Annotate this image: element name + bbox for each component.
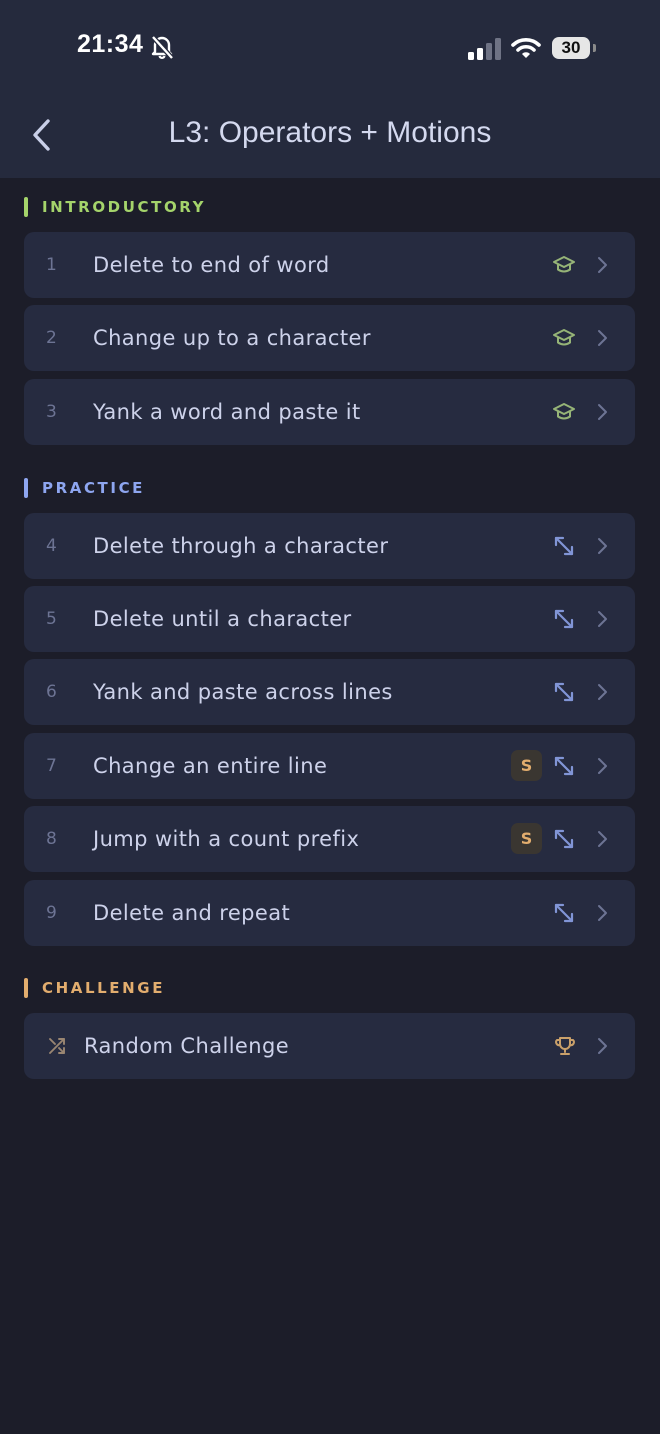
chevron-right-icon [596, 1037, 608, 1059]
status-time: 21:34 [77, 30, 144, 58]
lesson-label: Delete until a character [93, 607, 352, 631]
section-header-introductory: INTRODUCTORY [24, 197, 206, 217]
lesson-number: 2 [46, 328, 57, 348]
page-title: L3: Operators + Motions [168, 116, 492, 149]
arrows-diagonal-icon [553, 828, 575, 854]
lesson-label: Change up to a character [93, 326, 371, 350]
arrows-diagonal-icon [553, 608, 575, 634]
wifi-icon [511, 36, 541, 64]
chevron-right-icon [596, 403, 608, 425]
graduation-cap-icon [552, 254, 576, 280]
lesson-row-7[interactable]: 7 Change an entire line S [24, 733, 635, 799]
chevron-right-icon [596, 610, 608, 632]
lesson-row-8[interactable]: 8 Jump with a count prefix S [24, 806, 635, 872]
chevron-right-icon [596, 757, 608, 779]
lesson-label: Jump with a count prefix [93, 827, 360, 851]
shuffle-icon [47, 1036, 67, 1060]
lesson-label: Yank a word and paste it [93, 400, 361, 424]
lesson-label: Yank and paste across lines [93, 680, 393, 704]
lesson-number: 1 [46, 255, 57, 275]
lesson-row-5[interactable]: 5 Delete until a character [24, 586, 635, 652]
chevron-right-icon [596, 256, 608, 278]
arrows-diagonal-icon [553, 681, 575, 707]
lesson-number: 4 [46, 536, 57, 556]
lesson-label: Change an entire line [93, 754, 328, 778]
chevron-right-icon [596, 830, 608, 852]
lesson-row-1[interactable]: 1 Delete to end of word [24, 232, 635, 298]
chevron-right-icon [596, 683, 608, 705]
lesson-row-9[interactable]: 9 Delete and repeat [24, 880, 635, 946]
chevron-right-icon [596, 904, 608, 926]
cellular-signal-icon [468, 38, 502, 64]
arrows-diagonal-icon [553, 755, 575, 781]
challenge-label: Random Challenge [84, 1034, 290, 1058]
battery-cap [593, 44, 596, 52]
graduation-cap-icon [552, 327, 576, 353]
top-bar: 21:34 30 L3: Operators + Motions [0, 0, 660, 178]
section-header-practice: PRACTICE [24, 478, 145, 498]
section-header-challenge: CHALLENGE [24, 978, 165, 998]
lesson-number: 5 [46, 609, 57, 629]
arrows-diagonal-icon [553, 902, 575, 928]
chevron-right-icon [596, 329, 608, 351]
lesson-number: 8 [46, 829, 57, 849]
lesson-label: Delete through a character [93, 534, 389, 558]
s-badge: S [511, 823, 542, 854]
lesson-number: 6 [46, 682, 57, 702]
graduation-cap-icon [552, 401, 576, 427]
lesson-label: Delete and repeat [93, 901, 291, 925]
lesson-row-2[interactable]: 2 Change up to a character [24, 305, 635, 371]
s-badge: S [511, 750, 542, 781]
lesson-row-4[interactable]: 4 Delete through a character [24, 513, 635, 579]
chevron-right-icon [596, 537, 608, 559]
lesson-number: 9 [46, 903, 57, 923]
lesson-number: 3 [46, 402, 57, 422]
lesson-label: Delete to end of word [93, 253, 330, 277]
bell-muted-icon [150, 34, 174, 64]
arrows-diagonal-icon [553, 535, 575, 561]
lesson-number: 7 [46, 756, 57, 776]
lesson-row-3[interactable]: 3 Yank a word and paste it [24, 379, 635, 445]
battery-indicator: 30 [552, 37, 590, 59]
lesson-row-6[interactable]: 6 Yank and paste across lines [24, 659, 635, 725]
random-challenge-row[interactable]: Random Challenge [24, 1013, 635, 1079]
trophy-icon [554, 1035, 576, 1061]
